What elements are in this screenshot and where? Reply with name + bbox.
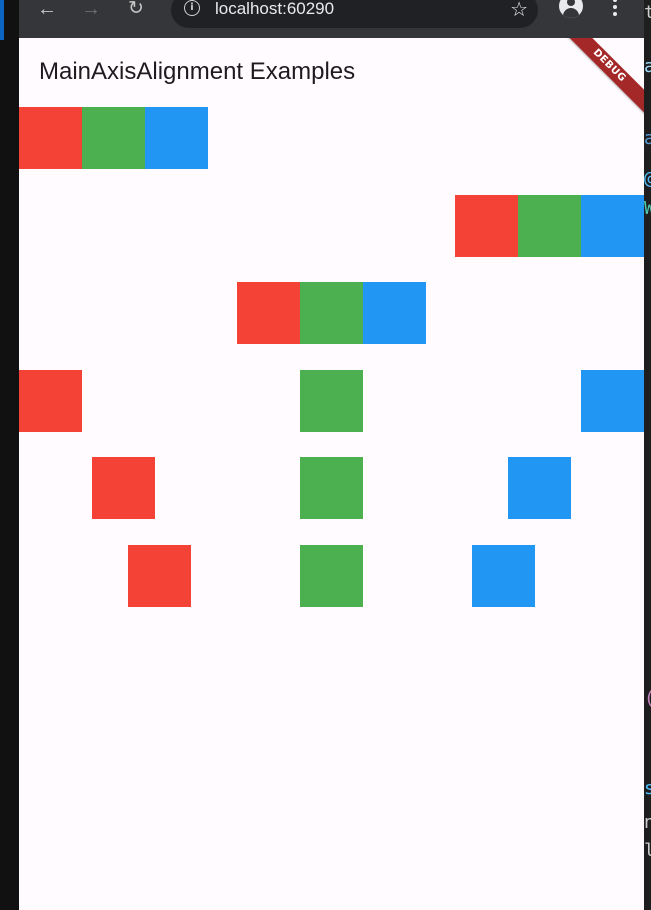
- editor-glyph: t: [644, 2, 651, 23]
- profile-avatar-icon[interactable]: [559, 0, 583, 18]
- avatar-body: [563, 8, 579, 18]
- box-red: [19, 370, 82, 432]
- box-blue: [581, 370, 644, 432]
- box-red: [455, 195, 518, 257]
- editor-glyph: a: [644, 128, 651, 149]
- box-red: [19, 107, 82, 169]
- editor-glyph: W: [644, 198, 651, 219]
- box-red: [237, 282, 300, 344]
- url-text[interactable]: localhost:60290: [215, 0, 334, 19]
- reload-button[interactable]: ↻: [124, 0, 148, 22]
- box-blue: [472, 545, 535, 607]
- box-green: [300, 370, 363, 432]
- back-button[interactable]: ←: [35, 0, 59, 22]
- box-red: [92, 457, 155, 519]
- app-bar-title: MainAxisAlignment Examples: [39, 58, 356, 85]
- box-green: [82, 107, 145, 169]
- menu-dot: [613, 0, 617, 2]
- browser-toolbar: ← → ↻ i localhost:60290 ☆: [19, 0, 651, 38]
- box-green: [300, 545, 363, 607]
- debug-banner: DEBUG: [550, 38, 644, 125]
- bookmark-star-icon[interactable]: ☆: [510, 0, 528, 21]
- forward-button[interactable]: →: [79, 0, 103, 22]
- box-green: [300, 457, 363, 519]
- address-bar[interactable]: i localhost:60290 ☆: [171, 0, 538, 28]
- browser-menu-icon[interactable]: [613, 0, 617, 18]
- editor-glyph: a: [644, 56, 651, 77]
- box-green: [300, 282, 363, 344]
- box-blue: [581, 195, 644, 257]
- box-blue: [145, 107, 208, 169]
- background-window-strip: [0, 0, 19, 910]
- box-blue: [363, 282, 426, 344]
- background-editor-edge: t a a @ W ( s n l: [644, 0, 651, 910]
- box-green: [518, 195, 581, 257]
- app-viewport: MainAxisAlignment Examples DEBUG: [19, 38, 644, 910]
- editor-glyph: l: [644, 840, 651, 861]
- editor-glyph: @: [644, 168, 651, 189]
- site-info-icon[interactable]: i: [184, 0, 200, 16]
- editor-glyph: n: [644, 812, 651, 833]
- editor-glyph: s: [644, 778, 651, 799]
- editor-glyph: (: [644, 688, 651, 709]
- box-red: [128, 545, 191, 607]
- menu-dot: [613, 5, 617, 9]
- taskbar-accent: [0, 0, 4, 40]
- menu-dot: [613, 12, 617, 16]
- box-blue: [508, 457, 571, 519]
- avatar-head: [567, 0, 575, 6]
